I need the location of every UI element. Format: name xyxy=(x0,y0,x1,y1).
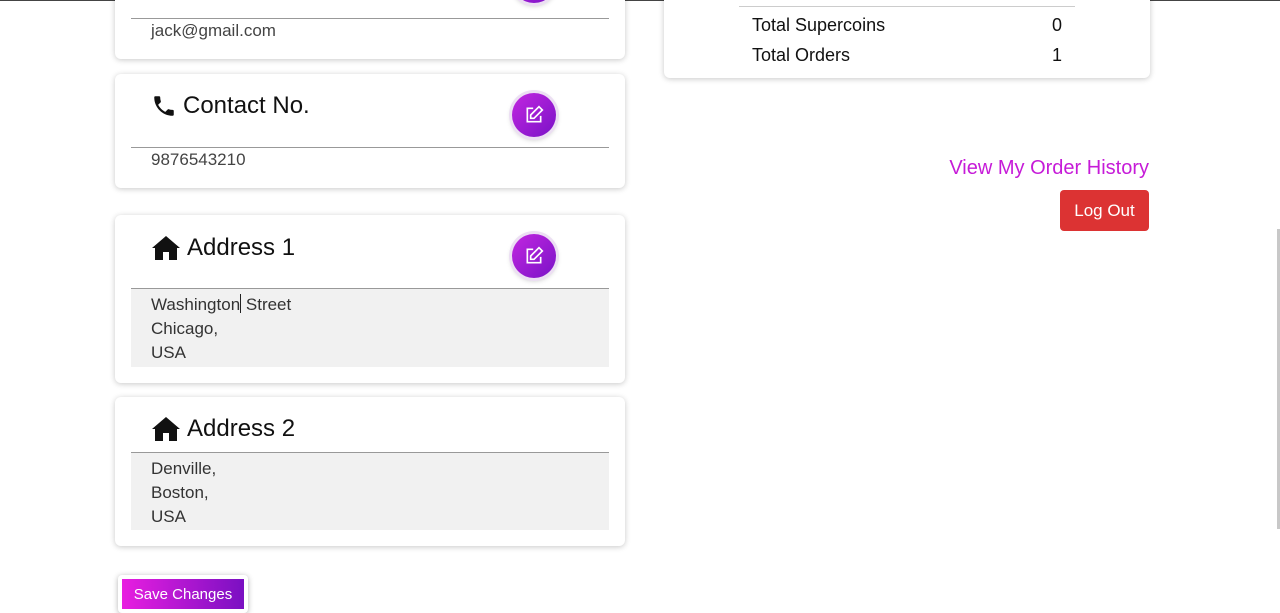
email-card: jack@gmail.com xyxy=(115,0,625,59)
edit-address1-button[interactable] xyxy=(512,234,556,278)
address2-line3: USA xyxy=(151,507,186,526)
logout-button[interactable]: Log Out xyxy=(1060,190,1149,231)
edit-icon xyxy=(526,105,544,123)
stats-divider xyxy=(739,6,1075,7)
address2-card: Address 2 Denville, Boston, USA xyxy=(115,397,625,546)
stat-label: Total Supercoins xyxy=(752,15,886,35)
home-icon xyxy=(152,417,180,441)
contact-card: Contact No. 9876543210 xyxy=(115,74,625,188)
stat-value: 0 xyxy=(1051,15,1062,35)
address2-textarea[interactable]: Denville, Boston, USA xyxy=(131,452,609,530)
email-value[interactable]: jack@gmail.com xyxy=(151,21,276,41)
address2-title: Address 2 xyxy=(187,415,296,442)
stat-row-orders: Total Orders 1 xyxy=(752,45,1062,66)
edit-email-button[interactable] xyxy=(512,0,556,3)
address1-line3: USA xyxy=(151,343,186,362)
save-changes-label: Save Changes xyxy=(122,579,244,609)
stats-card: Total Supercoins 0 Total Orders 1 xyxy=(664,0,1150,78)
contact-value[interactable]: 9876543210 xyxy=(151,150,246,170)
edit-contact-button[interactable] xyxy=(512,93,556,137)
address2-heading: Address 2 xyxy=(151,415,295,443)
stat-value: 1 xyxy=(1051,45,1062,65)
save-changes-button[interactable]: Save Changes xyxy=(118,575,248,613)
phone-icon xyxy=(154,96,174,116)
contact-divider xyxy=(131,147,609,148)
address1-heading: Address 1 xyxy=(151,234,295,262)
address1-title: Address 1 xyxy=(187,234,296,261)
order-history-link[interactable]: View My Order History xyxy=(949,157,1149,180)
home-icon xyxy=(152,236,180,260)
address1-textarea[interactable]: Washington Street Chicago, USA xyxy=(131,288,609,367)
address2-line1: Denville, xyxy=(151,459,217,478)
contact-heading: Contact No. xyxy=(151,92,310,120)
address1-line1-end: Street xyxy=(241,295,292,314)
stat-label: Total Orders xyxy=(752,45,851,65)
address2-line2: Boston, xyxy=(151,483,209,502)
address1-line1-start: Washington xyxy=(151,295,241,314)
contact-title: Contact No. xyxy=(183,92,310,119)
email-divider xyxy=(131,18,609,19)
address1-line1: Washington Street xyxy=(151,293,589,317)
edit-icon xyxy=(526,246,544,264)
stat-row-supercoins: Total Supercoins 0 xyxy=(752,15,1062,36)
address1-card: Address 1 Washington Street Chicago, USA xyxy=(115,215,625,383)
address1-line2: Chicago, xyxy=(151,319,219,338)
